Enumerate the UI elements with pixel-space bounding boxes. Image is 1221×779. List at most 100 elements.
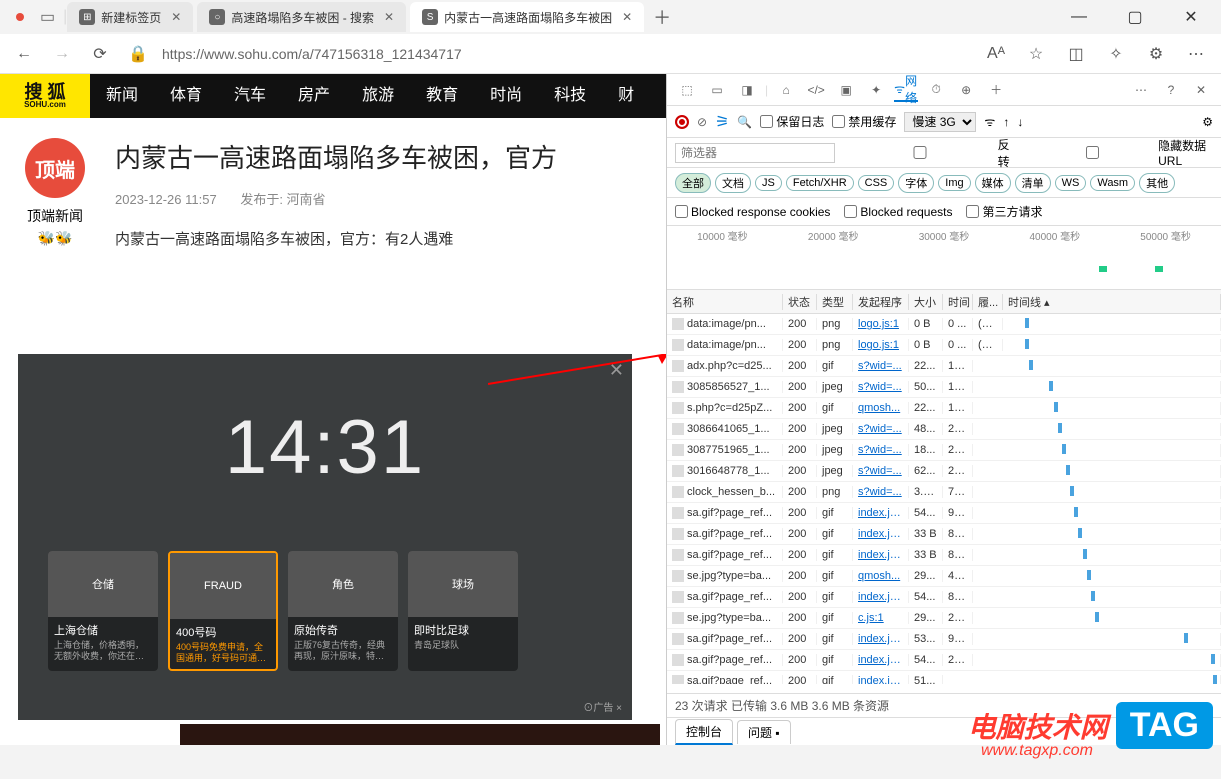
ad-label[interactable]: ⊙广告 ×	[583, 699, 622, 714]
filter-type-其他[interactable]: 其他	[1139, 173, 1175, 193]
welcome-tab-icon[interactable]: ⌂	[774, 78, 798, 102]
browser-tab[interactable]: S内蒙古一高速路面塌陷多车被困✕	[410, 2, 644, 32]
network-row[interactable]: clock_hessen_b... 200 png s?wid=... 3.4.…	[667, 482, 1221, 503]
site-lock-icon[interactable]: 🔒	[124, 40, 152, 68]
window-close-button[interactable]: ✕	[1169, 2, 1213, 32]
sohu-nav-item[interactable]: 财	[602, 74, 650, 118]
filter-type-Fetch/XHR[interactable]: Fetch/XHR	[786, 175, 854, 191]
sohu-nav-item[interactable]: 房产	[282, 74, 346, 118]
nav-back-button[interactable]: ←	[10, 40, 38, 68]
network-row[interactable]: sa.gif?page_ref... 200 gif index.js:1 54…	[667, 587, 1221, 608]
network-row[interactable]: data:image/pn... 200 png logo.js:1 0 B 0…	[667, 335, 1221, 356]
cell-initiator[interactable]: index.js:1	[853, 591, 909, 603]
filter-type-Wasm[interactable]: Wasm	[1090, 175, 1135, 191]
sohu-nav-item[interactable]: 科技	[538, 74, 602, 118]
cell-initiator[interactable]: s?wid=...	[853, 465, 909, 477]
tab-close-button[interactable]: ✕	[622, 10, 632, 24]
more-tabs-button[interactable]: ＋	[984, 78, 1008, 102]
network-row[interactable]: 3085856527_1... 200 jpeg s?wid=... 50...…	[667, 377, 1221, 398]
col-type[interactable]: 类型	[817, 294, 853, 310]
filter-type-清单[interactable]: 清单	[1015, 173, 1051, 193]
split-icon[interactable]: ◫	[1061, 39, 1091, 69]
blocked-cookies-checkbox[interactable]: Blocked response cookies	[675, 205, 830, 219]
cell-initiator[interactable]: index.js:1	[853, 654, 909, 666]
new-tab-button[interactable]: ＋	[648, 3, 676, 31]
network-row[interactable]: se.jpg?type=ba... 200 gif qmosh... 29...…	[667, 566, 1221, 587]
ad-card[interactable]: 仓储上海仓储上海仓储，价格透明，无额外收费，你还在…	[48, 551, 158, 671]
cell-initiator[interactable]: s?wid=...	[853, 381, 909, 393]
col-name[interactable]: 名称	[667, 294, 783, 310]
memory-tab-icon[interactable]: ⊕	[954, 78, 978, 102]
more-icon[interactable]: ⋯	[1181, 39, 1211, 69]
network-row[interactable]: sa.gif?page_ref... 200 gif index.js:1 33…	[667, 545, 1221, 566]
disable-cache-checkbox[interactable]: 禁用缓存	[832, 113, 896, 130]
network-row[interactable]: sa.gif?page_ref... 200 gif index.js:1 54…	[667, 650, 1221, 671]
filter-type-全部[interactable]: 全部	[675, 173, 711, 193]
col-fill[interactable]: 履...	[973, 294, 1003, 310]
network-row[interactable]: 3087751965_1... 200 jpeg s?wid=... 18...…	[667, 440, 1221, 461]
sohu-nav-item[interactable]: 汽车	[218, 74, 282, 118]
cell-initiator[interactable]: c.js:1	[853, 612, 909, 624]
col-time[interactable]: 时间	[943, 294, 973, 310]
cell-initiator[interactable]: index.js:1	[853, 549, 909, 561]
extension-icon[interactable]: ⚙	[1141, 39, 1171, 69]
collections-icon[interactable]: ✧	[1101, 39, 1131, 69]
filter-input[interactable]	[675, 143, 835, 163]
tab-overview-icon[interactable]: ▭	[40, 7, 55, 27]
source-avatar[interactable]: 顶端	[25, 138, 85, 198]
col-status[interactable]: 状态	[783, 294, 817, 310]
throttle-select[interactable]: 慢速 3G	[904, 112, 976, 132]
window-maximize-button[interactable]: ▢	[1113, 2, 1157, 32]
filter-type-WS[interactable]: WS	[1055, 175, 1087, 191]
issues-drawer-tab[interactable]: 问题 ▪	[737, 720, 791, 744]
preserve-log-checkbox[interactable]: 保留日志	[760, 113, 824, 130]
network-row[interactable]: adx.php?c=d25... 200 gif s?wid=... 22...…	[667, 356, 1221, 377]
cell-initiator[interactable]: logo.js:1	[853, 318, 909, 330]
sohu-nav-item[interactable]: 时尚	[474, 74, 538, 118]
hide-data-url-checkbox[interactable]: 隐藏数据 URL	[1030, 137, 1217, 168]
sources-tab-icon[interactable]: ✦	[864, 78, 888, 102]
browser-tab[interactable]: ⊞新建标签页✕	[67, 2, 193, 32]
network-timeline[interactable]: 10000 毫秒20000 毫秒30000 毫秒40000 毫秒50000 毫秒	[667, 226, 1221, 290]
reader-mode-icon[interactable]: Aᴬ	[981, 39, 1011, 69]
cell-initiator[interactable]: s?wid=...	[853, 486, 909, 498]
wifi-icon[interactable]: ᯤ	[984, 113, 995, 130]
console-tab-icon[interactable]: ▣	[834, 78, 858, 102]
sohu-nav-item[interactable]: 旅游	[346, 74, 410, 118]
devtools-close-button[interactable]: ✕	[1189, 78, 1213, 102]
devtools-help-icon[interactable]: ?	[1159, 78, 1183, 102]
network-row[interactable]: sa.gif?page_ref... 200 gif index.js:1 54…	[667, 503, 1221, 524]
filter-type-字体[interactable]: 字体	[898, 173, 934, 193]
network-row[interactable]: se.jpg?type=ba... 200 gif c.js:1 29... 2…	[667, 608, 1221, 629]
cell-initiator[interactable]: logo.js:1	[853, 339, 909, 351]
overlay-close-button[interactable]: ✕	[609, 360, 624, 381]
ad-card[interactable]: 角色原始传奇正版76复古传奇，经典再现，原汁原味，特…	[288, 551, 398, 671]
record-button[interactable]	[675, 115, 689, 129]
tab-close-button[interactable]: ✕	[384, 10, 394, 24]
filter-type-Img[interactable]: Img	[938, 175, 970, 191]
nav-refresh-button[interactable]: ⟳	[86, 40, 114, 68]
network-row[interactable]: sa.gif?page_ref... 200 gif index.js:1 33…	[667, 524, 1221, 545]
article-video-frame[interactable]	[180, 724, 660, 745]
network-row[interactable]: data:image/pn... 200 png logo.js:1 0 B 0…	[667, 314, 1221, 335]
elements-tab-icon[interactable]: </>	[804, 78, 828, 102]
network-row[interactable]: s.php?c=d25pZ... 200 gif qmosh... 22... …	[667, 398, 1221, 419]
filter-type-文档[interactable]: 文档	[715, 173, 751, 193]
third-party-checkbox[interactable]: 第三方请求	[966, 203, 1042, 220]
device-icon[interactable]: ▭	[705, 78, 729, 102]
sohu-logo[interactable]: 搜 狐 SOHU.com	[0, 74, 90, 118]
col-initiator[interactable]: 发起程序	[853, 294, 909, 310]
cell-initiator[interactable]: index.js:1	[853, 507, 909, 519]
cell-initiator[interactable]: index.js:1	[853, 528, 909, 540]
network-row[interactable]: sa.gif?page_ref... 200 gif index.js:1 53…	[667, 629, 1221, 650]
cell-initiator[interactable]: s?wid=...	[853, 444, 909, 456]
invert-checkbox[interactable]: 反转	[845, 136, 1020, 170]
ad-card[interactable]: 球场即时比足球青岛足球队	[408, 551, 518, 671]
inspect-icon[interactable]: ⬚	[675, 78, 699, 102]
source-name[interactable]: 顶端新闻	[15, 206, 95, 226]
tab-close-button[interactable]: ✕	[171, 10, 181, 24]
clear-button[interactable]: ⊘	[697, 115, 707, 129]
browser-tab[interactable]: ○高速路塌陷多车被困 - 搜索✕	[197, 2, 406, 32]
filter-type-JS[interactable]: JS	[755, 175, 782, 191]
sohu-nav-item[interactable]: 新闻	[90, 74, 154, 118]
